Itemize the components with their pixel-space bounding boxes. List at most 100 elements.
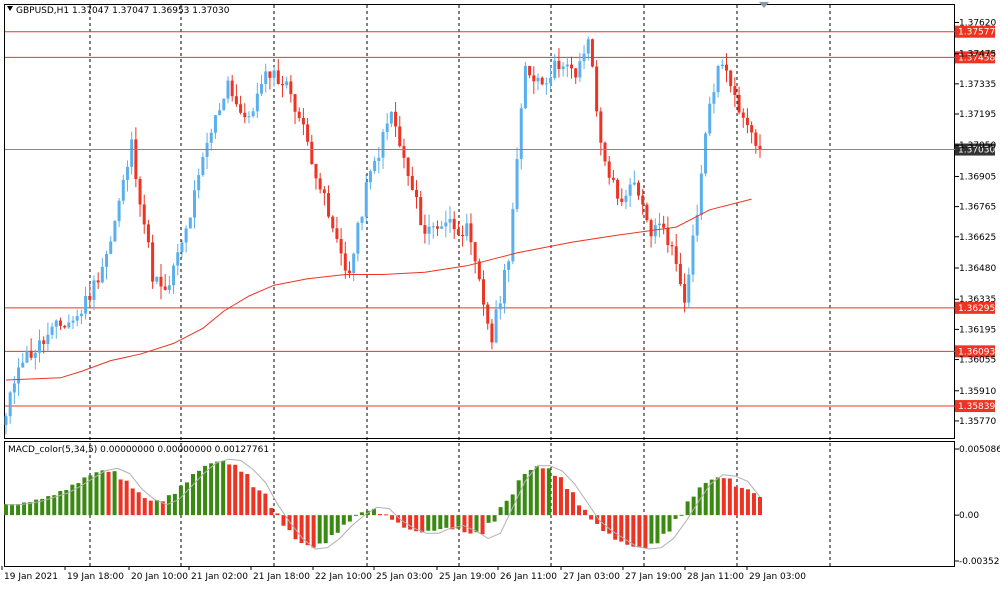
candle-body bbox=[213, 115, 217, 133]
candle-body bbox=[54, 320, 58, 327]
candle-body bbox=[306, 124, 310, 142]
candle-body bbox=[448, 218, 452, 223]
macd-bar bbox=[172, 493, 177, 516]
candle-body bbox=[666, 227, 670, 246]
macd-bar bbox=[673, 515, 678, 519]
macd-bar bbox=[209, 463, 214, 516]
macd-tick-label: 0.00 bbox=[959, 511, 979, 521]
price-tick-label: 1.35910 bbox=[959, 387, 996, 397]
candle-body bbox=[67, 322, 71, 328]
candle-body bbox=[38, 340, 42, 353]
candle-body bbox=[750, 125, 754, 133]
candle-body bbox=[268, 71, 272, 78]
candle-body bbox=[343, 253, 347, 271]
time-tick-label: 27 Jan 03:00 bbox=[563, 572, 620, 582]
candle-body bbox=[653, 225, 657, 237]
candle-body bbox=[260, 84, 264, 94]
candle-body bbox=[335, 228, 339, 240]
macd-bar bbox=[703, 482, 708, 516]
candle-body bbox=[557, 60, 561, 70]
price-tick-label: 1.37050 bbox=[959, 141, 996, 151]
macd-bar bbox=[390, 515, 395, 520]
candle-body bbox=[712, 92, 716, 104]
candle-body bbox=[327, 193, 331, 217]
candle-body bbox=[125, 166, 129, 180]
macd-bar bbox=[637, 515, 642, 548]
macd-bar bbox=[227, 464, 232, 516]
candle-body bbox=[565, 64, 569, 67]
candle-body bbox=[109, 241, 113, 254]
candle-body bbox=[243, 112, 247, 118]
macd-bar bbox=[341, 515, 346, 525]
candle-body bbox=[159, 276, 163, 287]
macd-bar bbox=[275, 513, 280, 516]
candle-body bbox=[469, 223, 473, 243]
candle-body bbox=[364, 182, 368, 217]
candle-body bbox=[695, 215, 699, 236]
macd-bar bbox=[359, 512, 364, 516]
macd-bar bbox=[4, 504, 8, 516]
macd-bar bbox=[643, 515, 648, 548]
macd-bar bbox=[233, 464, 238, 516]
candle-body bbox=[360, 216, 364, 223]
candle-body bbox=[322, 189, 326, 194]
candle-body bbox=[402, 146, 406, 158]
candle-body bbox=[465, 223, 469, 237]
candle-body bbox=[482, 279, 486, 305]
candle-body bbox=[477, 261, 481, 280]
candle-body bbox=[595, 66, 599, 112]
macd-bar bbox=[583, 509, 588, 516]
candle-body bbox=[251, 111, 255, 117]
macd-bar bbox=[166, 495, 171, 516]
candle-body bbox=[415, 189, 419, 198]
candle-body bbox=[310, 141, 314, 164]
candle-body bbox=[389, 111, 393, 124]
candle-body bbox=[188, 217, 192, 229]
candle-body bbox=[733, 86, 737, 95]
macd-bar bbox=[100, 470, 105, 516]
candle-body bbox=[540, 77, 544, 85]
candle-body bbox=[138, 179, 142, 205]
candle-body bbox=[502, 269, 506, 304]
macd-bar bbox=[130, 488, 135, 516]
macd-bar bbox=[577, 505, 582, 516]
candle-body bbox=[452, 218, 456, 230]
candle-body bbox=[745, 117, 749, 126]
candle-body bbox=[574, 68, 578, 78]
symbol-title: GBPUSD,H1 1.37047 1.37047 1.36953 1.3703… bbox=[16, 6, 230, 16]
candle-body bbox=[490, 323, 494, 343]
candle-body bbox=[297, 111, 301, 118]
time-tick-label: 26 Jan 11:00 bbox=[500, 572, 557, 582]
candle-body bbox=[549, 77, 553, 84]
candle-body bbox=[180, 242, 184, 253]
candle-body bbox=[620, 198, 624, 202]
macd-bar bbox=[727, 478, 732, 516]
candle-body bbox=[172, 265, 176, 286]
candle-body bbox=[427, 226, 431, 234]
time-tick-label: 29 Jan 03:00 bbox=[749, 572, 806, 582]
candle-body bbox=[657, 223, 661, 226]
candle-body bbox=[599, 111, 603, 143]
macd-bar bbox=[281, 515, 286, 526]
macd-bar bbox=[480, 515, 485, 535]
time-tick-label: 22 Jan 10:00 bbox=[315, 572, 372, 582]
macd-bar bbox=[142, 498, 147, 516]
price-tick-label: 1.36625 bbox=[959, 233, 996, 243]
candle-body bbox=[729, 70, 733, 87]
macd-bar bbox=[486, 515, 491, 523]
time-tick-label: 25 Jan 03:00 bbox=[376, 572, 433, 582]
candle-body bbox=[461, 234, 465, 237]
macd-bar bbox=[758, 496, 762, 516]
macd-bar bbox=[649, 515, 654, 544]
candle-body bbox=[678, 263, 682, 285]
macd-bar bbox=[287, 515, 292, 531]
candle-body bbox=[444, 222, 448, 227]
price-tick-label: 1.35770 bbox=[959, 417, 996, 427]
candle-body bbox=[624, 195, 628, 202]
candle-body bbox=[25, 350, 29, 363]
candle-body bbox=[314, 163, 318, 179]
candle-body bbox=[201, 157, 205, 176]
candle-body bbox=[29, 350, 33, 358]
main-plot-frame bbox=[4, 4, 955, 439]
candle-body bbox=[590, 39, 594, 67]
